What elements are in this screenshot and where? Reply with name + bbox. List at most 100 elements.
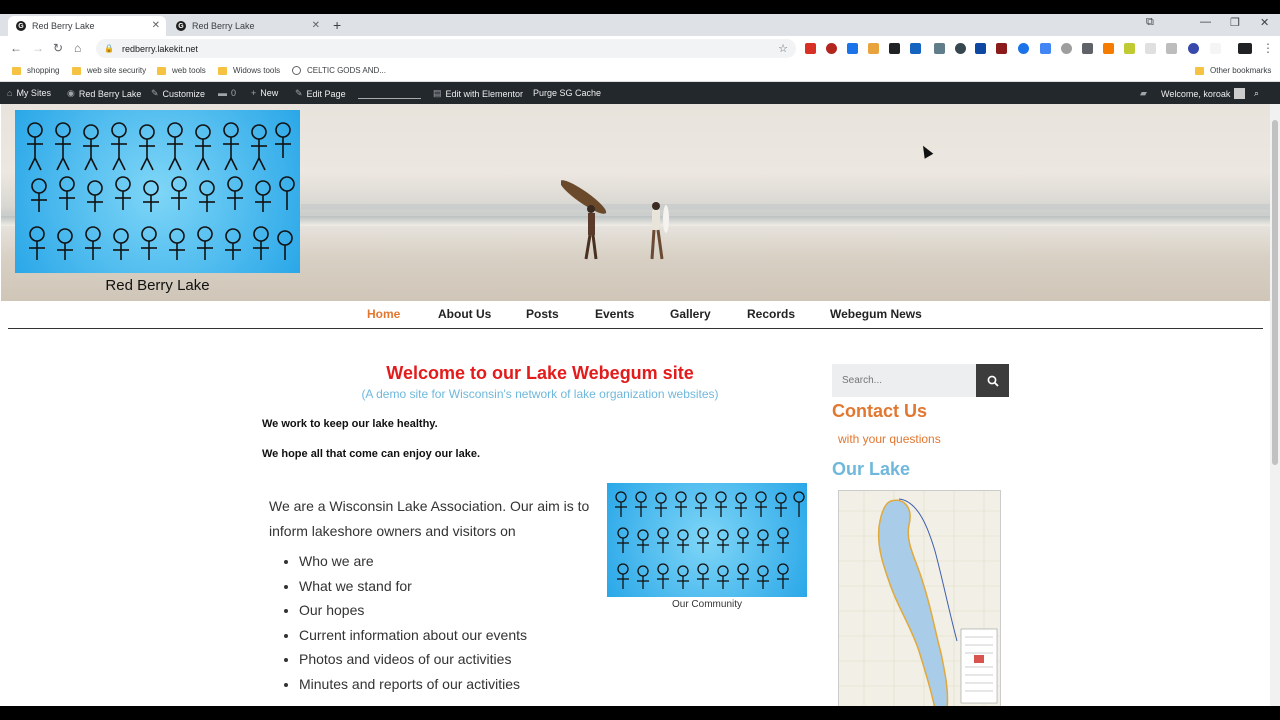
back-icon[interactable]: ← xyxy=(10,41,22,55)
search-input[interactable] xyxy=(832,364,976,397)
bookmark-web-site-security[interactable]: web site security xyxy=(72,66,146,75)
globe-icon xyxy=(292,66,301,75)
list-item: Current information about our events xyxy=(299,623,609,648)
extension-icon[interactable] xyxy=(975,43,986,54)
extension-icon[interactable] xyxy=(1103,43,1114,54)
site-favicon-icon: G xyxy=(16,21,26,31)
bookmark-star-icon[interactable]: ☆ xyxy=(778,42,788,55)
list-item: Who we are xyxy=(299,549,609,574)
extension-icon[interactable] xyxy=(868,43,879,54)
elementor-icon: ▤ xyxy=(433,88,442,98)
nav-webegum-news[interactable]: Webegum News xyxy=(830,307,922,321)
browser-tab-2[interactable]: G Red Berry Lake ✕ xyxy=(168,16,326,36)
extension-icon[interactable] xyxy=(1210,43,1221,54)
minimize-icon[interactable]: — xyxy=(1200,16,1211,28)
nav-home[interactable]: Home xyxy=(367,307,400,321)
my-sites-icon: ⌂ xyxy=(7,88,13,98)
browser-tab-strip: G Red Berry Lake ✕ G Red Berry Lake ✕ + … xyxy=(0,14,1280,36)
extension-icon[interactable] xyxy=(996,43,1007,54)
new-tab-icon[interactable]: + xyxy=(333,17,341,33)
bookmark-other[interactable]: Other bookmarks xyxy=(1195,66,1271,75)
nav-events[interactable]: Events xyxy=(595,307,634,321)
list-item: Minutes and reports of our activities xyxy=(299,672,609,697)
admin-comments[interactable]: ▬ 0 xyxy=(218,88,236,98)
admin-new[interactable]: + New xyxy=(251,88,278,98)
extension-icon[interactable] xyxy=(889,43,900,54)
restore-icon[interactable]: ❐ xyxy=(1230,16,1240,29)
top-border xyxy=(0,0,1280,14)
extension-icon[interactable] xyxy=(1040,43,1051,54)
admin-purge-cache[interactable]: Purge SG Cache xyxy=(533,88,601,98)
extension-icon[interactable] xyxy=(934,43,945,54)
folder-icon xyxy=(72,66,81,75)
forward-icon[interactable]: → xyxy=(32,41,44,55)
menu-dots-icon[interactable]: ⋮ xyxy=(1262,41,1274,55)
close-tab-icon[interactable]: ✕ xyxy=(152,20,160,31)
site-title[interactable]: Red Berry Lake xyxy=(15,277,300,294)
site-logo[interactable] xyxy=(15,110,300,273)
nav-posts[interactable]: Posts xyxy=(526,307,559,321)
extension-icon[interactable] xyxy=(1166,43,1177,54)
admin-notes[interactable]: ▰ xyxy=(1140,88,1151,99)
intro-text: We are a Wisconsin Lake Association. Our… xyxy=(269,498,590,539)
close-tab-icon[interactable]: ✕ xyxy=(312,20,320,31)
admin-search-field[interactable] xyxy=(358,87,421,99)
nav-gallery[interactable]: Gallery xyxy=(670,307,711,321)
browser-tab-1[interactable]: G Red Berry Lake ✕ xyxy=(8,16,166,36)
pencil-icon: ✎ xyxy=(295,88,303,98)
notes-icon: ▰ xyxy=(1140,88,1147,98)
tab-title: Red Berry Lake xyxy=(192,21,255,31)
admin-site-name[interactable]: ◉ Red Berry Lake xyxy=(67,88,141,99)
address-bar[interactable]: 🔒 redberry.lakekit.net ☆ xyxy=(96,39,796,58)
tab-title: Red Berry Lake xyxy=(32,21,95,31)
extension-icon[interactable] xyxy=(955,43,966,54)
bookmark-shopping[interactable]: shopping xyxy=(12,66,59,75)
community-image[interactable] xyxy=(607,483,807,597)
bookmark-celtic-gods[interactable]: CELTIC GODS AND... xyxy=(292,66,386,75)
admin-customize[interactable]: ✎ Customize xyxy=(151,88,205,99)
admin-customize-label: Customize xyxy=(162,88,206,99)
contact-heading[interactable]: Contact Us xyxy=(832,401,927,422)
profile-icon[interactable] xyxy=(1238,43,1252,54)
extension-icon[interactable] xyxy=(1124,43,1135,54)
aims-list: Who we are What we stand for Our hopes C… xyxy=(299,549,609,697)
extension-icon[interactable] xyxy=(1061,43,1072,54)
admin-elementor[interactable]: ▤ Edit with Elementor xyxy=(433,88,523,99)
bookmark-widows-tools[interactable]: Widows tools xyxy=(218,66,280,75)
close-window-icon[interactable]: ✕ xyxy=(1260,16,1269,29)
extension-icon[interactable] xyxy=(1082,43,1093,54)
home-icon[interactable]: ⌂ xyxy=(74,41,81,55)
admin-my-sites[interactable]: ⌂ My Sites xyxy=(7,88,51,98)
lake-map-image[interactable] xyxy=(838,490,1001,708)
admin-search[interactable]: ⌕ xyxy=(1254,88,1263,99)
folder-icon xyxy=(157,66,166,75)
tab-search-icon[interactable]: ⧉ xyxy=(1146,16,1154,29)
family-figures-image xyxy=(615,491,805,589)
admin-account[interactable]: Welcome, koroak xyxy=(1161,88,1246,99)
extension-icon[interactable] xyxy=(1145,43,1156,54)
lake-heading: Our Lake xyxy=(832,459,911,479)
search-button[interactable] xyxy=(976,364,1009,397)
admin-edit-page[interactable]: ✎ Edit Page xyxy=(295,88,346,99)
scrollbar-thumb[interactable] xyxy=(1272,120,1278,465)
list-item: Photos and videos of our activities xyxy=(299,647,609,672)
admin-welcome-label: Welcome, koroak xyxy=(1161,88,1231,99)
extension-icon[interactable] xyxy=(1018,43,1029,54)
nav-records[interactable]: Records xyxy=(747,307,795,321)
bookmark-label: web site security xyxy=(87,66,147,75)
admin-site-label: Red Berry Lake xyxy=(78,88,142,99)
nav-about-us[interactable]: About Us xyxy=(438,307,491,321)
screen: G Red Berry Lake ✕ G Red Berry Lake ✕ + … xyxy=(0,0,1280,720)
extension-icon[interactable] xyxy=(847,43,858,54)
browser-toolbar: ← → ↻ ⌂ 🔒 redberry.lakekit.net ☆ ⋮ xyxy=(0,36,1280,61)
extension-icon[interactable] xyxy=(1188,43,1199,54)
admin-elementor-label: Edit with Elementor xyxy=(445,88,524,99)
lock-icon: 🔒 xyxy=(104,44,114,53)
bookmarks-bar: shopping web site security web tools Wid… xyxy=(0,61,1280,82)
extension-icon[interactable] xyxy=(826,43,837,54)
bookmark-web-tools[interactable]: web tools xyxy=(157,66,206,75)
comment-icon: ▬ xyxy=(218,88,227,98)
reload-icon[interactable]: ↻ xyxy=(53,41,63,55)
extension-icon[interactable] xyxy=(910,43,921,54)
extension-icon[interactable] xyxy=(805,43,816,54)
